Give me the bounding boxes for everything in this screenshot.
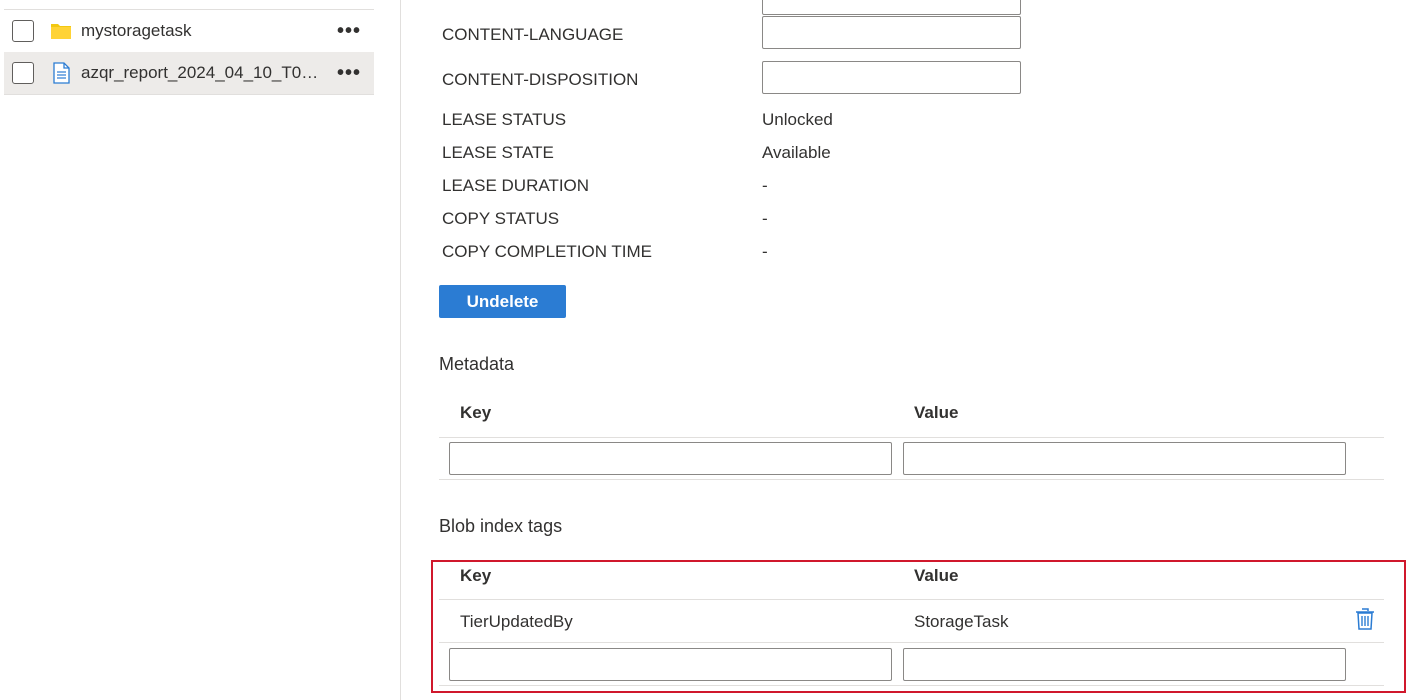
lease-status-value: Unlocked bbox=[762, 110, 833, 129]
more-icon[interactable]: ••• bbox=[337, 21, 361, 41]
pane-divider bbox=[400, 0, 401, 700]
copy-completion-time-value: - bbox=[762, 242, 768, 261]
file-name[interactable]: azqr_report_2024_04_10_T074... bbox=[81, 63, 326, 83]
copy-status-label: COPY STATUS bbox=[442, 209, 560, 228]
copy-completion-time-label: COPY COMPLETION TIME bbox=[442, 242, 653, 261]
more-icon[interactable]: ••• bbox=[337, 63, 361, 83]
tags-value-header: Value bbox=[914, 566, 959, 585]
divider bbox=[439, 437, 1384, 438]
lease-state-value: Available bbox=[762, 143, 831, 162]
lease-state-label: LEASE STATE bbox=[442, 143, 554, 162]
content-disposition-label: CONTENT-DISPOSITION bbox=[442, 70, 639, 89]
content-disposition-input[interactable] bbox=[762, 61, 1021, 94]
divider bbox=[439, 685, 1384, 686]
content-language-input[interactable] bbox=[762, 16, 1021, 49]
tag-value-cell[interactable]: StorageTask bbox=[914, 612, 1009, 632]
lease-duration-label: LEASE DURATION bbox=[442, 176, 590, 195]
lease-duration-value: - bbox=[762, 176, 768, 195]
file-row-folder[interactable]: mystoragetask ••• bbox=[4, 9, 374, 53]
content-language-label: CONTENT-LANGUAGE bbox=[442, 25, 624, 44]
divider bbox=[439, 599, 1384, 600]
trash-icon bbox=[1354, 607, 1376, 636]
copy-status-value: - bbox=[762, 209, 768, 228]
metadata-value-header: Value bbox=[914, 403, 959, 422]
metadata-title: Metadata bbox=[439, 354, 515, 374]
tag-value-input[interactable] bbox=[903, 648, 1346, 681]
tag-key-input[interactable] bbox=[449, 648, 892, 681]
file-row-report[interactable]: azqr_report_2024_04_10_T074... ••• bbox=[4, 52, 374, 95]
tags-key-header: Key bbox=[460, 566, 492, 585]
tag-key-cell[interactable]: TierUpdatedBy bbox=[460, 612, 573, 632]
metadata-value-input[interactable] bbox=[903, 442, 1346, 475]
row-checkbox[interactable] bbox=[12, 62, 34, 84]
folder-icon bbox=[50, 20, 72, 42]
file-list-pane: mystoragetask ••• azqr_report_2024_04_10… bbox=[0, 0, 375, 700]
divider bbox=[439, 479, 1384, 480]
lease-status-label: LEASE STATUS bbox=[442, 110, 567, 129]
file-name[interactable]: mystoragetask bbox=[81, 21, 326, 41]
metadata-key-header: Key bbox=[460, 403, 492, 422]
row-checkbox[interactable] bbox=[12, 20, 34, 42]
cut-off-field-input[interactable] bbox=[762, 0, 1021, 15]
blob-index-tags-title: Blob index tags bbox=[439, 516, 563, 536]
file-icon bbox=[50, 62, 72, 84]
undelete-button[interactable]: Undelete bbox=[439, 285, 566, 318]
metadata-key-input[interactable] bbox=[449, 442, 892, 475]
delete-tag-button[interactable] bbox=[1352, 607, 1378, 636]
divider bbox=[439, 642, 1384, 643]
